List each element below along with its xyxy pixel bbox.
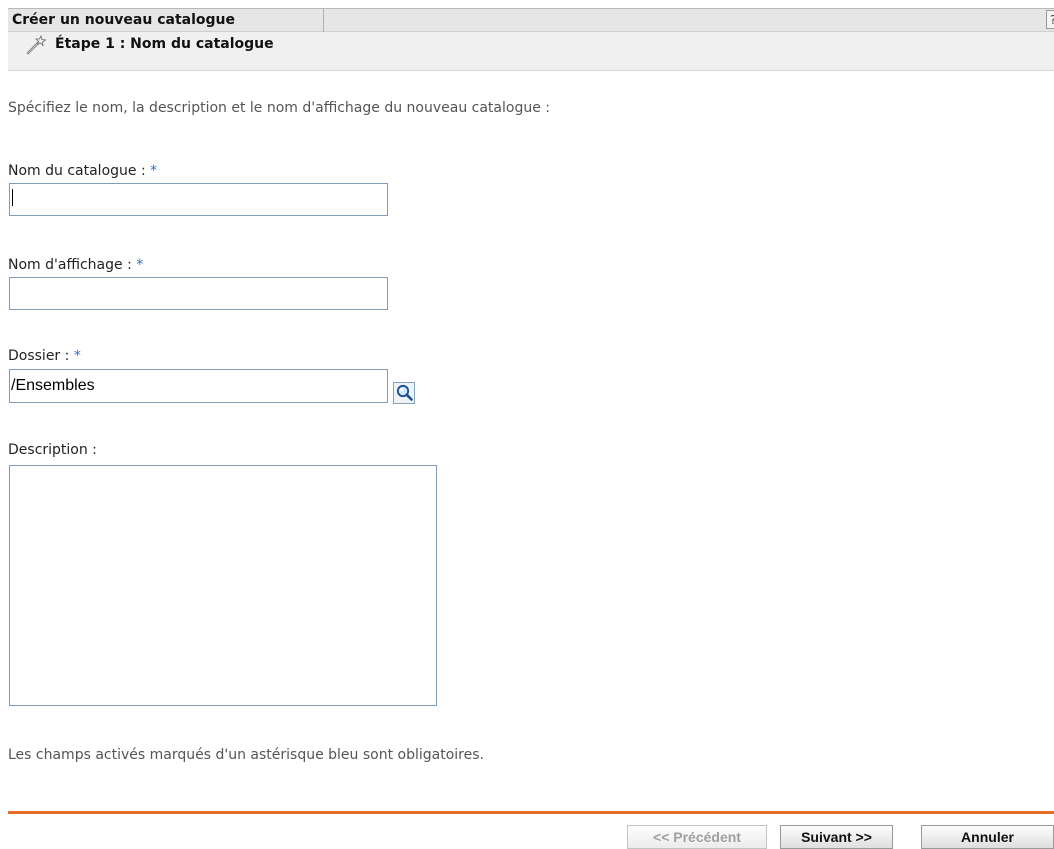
previous-button[interactable]: << Précédent: [627, 825, 767, 849]
folder-input[interactable]: [9, 369, 388, 403]
step-bar: Étape 1 : Nom du catalogue: [8, 32, 1054, 71]
display-name-input[interactable]: [9, 277, 388, 310]
description-textarea[interactable]: [9, 465, 437, 706]
create-catalog-wizard: Créer un nouveau catalogue ? Étape 1 : N…: [0, 0, 1054, 849]
required-asterisk: *: [73, 348, 81, 364]
description-label: Description :: [8, 442, 97, 458]
catalog-name-label-text: Nom du catalogue :: [8, 163, 146, 179]
required-asterisk: *: [150, 163, 158, 179]
folder-label: Dossier : *: [8, 347, 81, 365]
next-button[interactable]: Suivant >>: [780, 825, 893, 849]
page-title: Créer un nouveau catalogue: [8, 9, 324, 32]
intro-text: Spécifiez le nom, la description et le n…: [8, 100, 550, 116]
step-title: Étape 1 : Nom du catalogue: [55, 36, 274, 52]
cancel-button[interactable]: Annuler: [921, 825, 1054, 849]
wizard-wand-icon: [26, 35, 47, 55]
magnifier-browse-icon[interactable]: [393, 382, 415, 404]
display-name-label: Nom d'affichage : *: [8, 256, 143, 274]
required-fields-note: Les champs activés marqués d'un astérisq…: [8, 747, 484, 763]
footer-divider: [8, 811, 1054, 814]
catalog-name-label: Nom du catalogue : *: [8, 162, 157, 180]
text-caret: [12, 189, 13, 206]
catalog-name-input[interactable]: [9, 183, 388, 216]
folder-label-text: Dossier :: [8, 348, 70, 364]
help-button[interactable]: ?: [1046, 10, 1054, 29]
display-name-label-text: Nom d'affichage :: [8, 257, 132, 273]
required-asterisk: *: [136, 257, 144, 273]
title-bar: Créer un nouveau catalogue ?: [8, 8, 1054, 32]
